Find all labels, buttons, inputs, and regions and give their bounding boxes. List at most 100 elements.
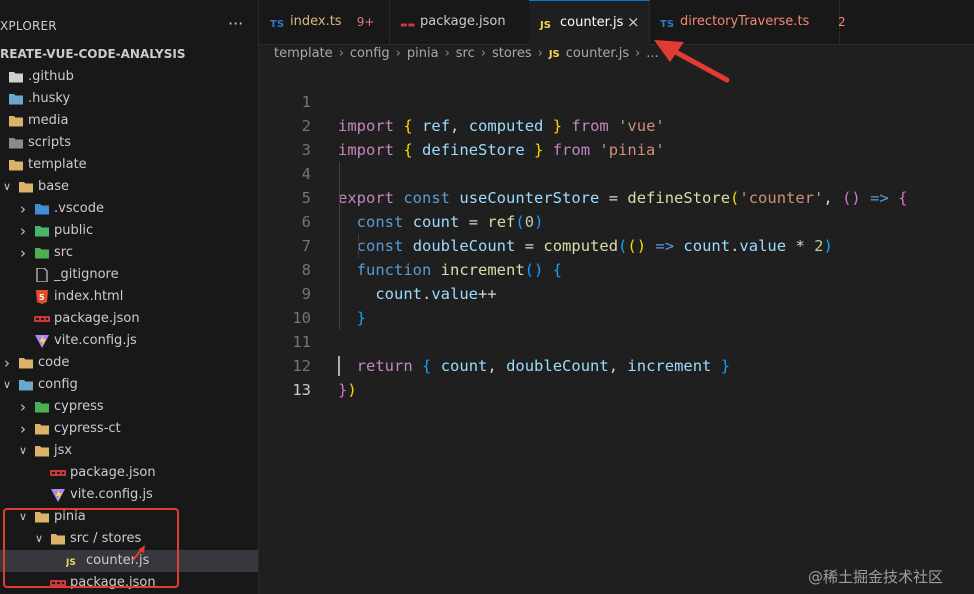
tree-item-label: scripts <box>28 135 71 150</box>
chevron-right-icon: › <box>480 46 486 61</box>
tab-directorytraverse-ts[interactable]: TS directoryTraverse.ts 2 <box>649 0 846 44</box>
chevron-right-icon: › <box>635 46 641 61</box>
line-number: 13 <box>292 381 311 399</box>
folder-icon <box>8 114 24 128</box>
explorer-header: XPLORER ··· REATE-VUE-CODE-ANALYSIS <box>0 0 258 61</box>
tree-item-label: cypress-ct <box>54 421 121 436</box>
tree-item[interactable]: › src <box>0 242 258 264</box>
tree-item[interactable]: _gitignore <box>0 264 258 286</box>
ts-file-icon: TS <box>270 19 285 30</box>
breadcrumb-item[interactable]: counter.js <box>566 46 629 61</box>
svg-text:5: 5 <box>39 293 45 302</box>
code-line: 10 <box>259 282 974 327</box>
chevron-right-icon: › <box>537 46 543 61</box>
tree-item[interactable]: template <box>0 154 258 176</box>
code-line: 1 import { ref, computed } from 'vue' <box>259 66 974 135</box>
close-icon[interactable]: × <box>627 0 640 48</box>
tree-item[interactable]: .husky <box>0 88 258 110</box>
chevron-right-icon[interactable]: › <box>18 242 28 264</box>
code-line: 8 count.value++ <box>259 234 974 303</box>
text-cursor <box>338 356 340 376</box>
explorer-sidebar: XPLORER ··· REATE-VUE-CODE-ANALYSIS .git… <box>0 0 259 594</box>
breadcrumb-item[interactable]: config <box>350 46 390 61</box>
src-folder-icon <box>34 246 50 260</box>
tree-item-label: vite.config.js <box>70 487 153 502</box>
js-file-icon: JS <box>540 20 551 31</box>
explorer-title: XPLORER <box>0 19 57 33</box>
breadcrumb-item[interactable]: pinia <box>407 46 439 61</box>
tree-item[interactable]: .github <box>0 66 258 88</box>
tree-item-label: vite.config.js <box>54 333 137 348</box>
chevron-right-icon[interactable]: › <box>18 418 28 440</box>
tree-item-label: package.json <box>70 465 156 480</box>
chevron-right-icon[interactable]: › <box>18 396 28 418</box>
chevron-down-icon[interactable]: ∨ <box>18 440 28 462</box>
breadcrumb-item[interactable]: stores <box>492 46 532 61</box>
tree-item[interactable]: vite.config.js <box>0 484 258 506</box>
tree-item-label: base <box>38 179 69 194</box>
tree-item[interactable]: › public <box>0 220 258 242</box>
tree-item[interactable]: scripts <box>0 132 258 154</box>
ts-file-icon: TS <box>660 19 675 30</box>
breadcrumb-item[interactable]: template <box>274 46 333 61</box>
tab-index-ts[interactable]: TS index.ts 9+ <box>259 0 390 44</box>
code-line: 5 const count = ref(0) <box>259 162 974 231</box>
tree-item[interactable]: media <box>0 110 258 132</box>
tab-counter-js[interactable]: JS counter.js × <box>529 0 650 45</box>
github-folder-icon <box>8 70 24 84</box>
tree-item-label: code <box>38 355 70 370</box>
tree-item-label: config <box>38 377 78 392</box>
chevron-right-icon: › <box>338 46 344 61</box>
folder-open-icon <box>8 158 24 172</box>
file-icon <box>34 267 50 283</box>
code-line: 11 return { count, doubleCount, incremen… <box>259 306 974 375</box>
tree-item[interactable]: › cypress <box>0 396 258 418</box>
tree-item-label: .github <box>28 69 74 84</box>
chevron-right-icon[interactable]: › <box>18 220 28 242</box>
tab-problem-badge: 9+ <box>356 15 375 29</box>
more-actions-icon[interactable]: ··· <box>228 14 243 33</box>
tab-package-json[interactable]: ▬▬ package.json <box>389 0 530 44</box>
tree-item[interactable]: › cypress-ct <box>0 418 258 440</box>
code-line: 7 function increment() { <box>259 210 974 279</box>
chevron-down-icon[interactable]: ∨ <box>2 374 12 396</box>
chevron-right-icon[interactable]: › <box>2 352 12 374</box>
code-line: 2 import { defineStore } from 'pinia' <box>259 90 974 159</box>
scripts-folder-icon <box>8 136 24 150</box>
tree-item[interactable]: vite.config.js <box>0 330 258 352</box>
code-editor[interactable]: 1 import { ref, computed } from 'vue' 2 … <box>259 66 974 594</box>
tab-label: index.ts <box>290 14 342 29</box>
code-text: }) <box>338 381 357 399</box>
tree-item[interactable]: › .vscode <box>0 198 258 220</box>
tree-item[interactable]: package.json <box>0 308 258 330</box>
tree-item-label: _gitignore <box>54 267 119 282</box>
tab-label: counter.js <box>560 15 624 30</box>
public-folder-icon <box>34 224 50 238</box>
tree-item[interactable]: ∨ config <box>0 374 258 396</box>
tree-item[interactable]: ∨ base <box>0 176 258 198</box>
code-line: 9 } <box>259 258 974 327</box>
workspace-root-label[interactable]: REATE-VUE-CODE-ANALYSIS <box>0 47 185 61</box>
husky-folder-icon <box>8 92 24 106</box>
tree-item-label: media <box>28 113 69 128</box>
vscode-folder-icon <box>34 202 50 216</box>
tab-problem-badge: 2 <box>838 15 846 29</box>
editor-tab-bar: TS index.ts 9+ ▬▬ package.json JS counter.js × T… <box>259 0 974 45</box>
tree-item[interactable]: › code <box>0 352 258 374</box>
chevron-right-icon[interactable]: › <box>18 198 28 220</box>
breadcrumb-item[interactable]: src <box>456 46 475 61</box>
vite-file-icon <box>34 334 50 348</box>
chevron-down-icon[interactable]: ∨ <box>2 176 12 198</box>
chevron-right-icon: › <box>444 46 450 61</box>
tree-item[interactable]: package.json <box>0 462 258 484</box>
tab-label: directoryTraverse.ts <box>680 14 810 29</box>
code-line: 4 export const useCounterStore = defineS… <box>259 138 974 207</box>
tree-item[interactable]: 5 index.html <box>0 286 258 308</box>
tree-item[interactable]: ∨ jsx <box>0 440 258 462</box>
highlight-box-annotation <box>3 508 179 588</box>
folder-open-icon <box>18 180 34 194</box>
npm-file-icon <box>50 466 66 480</box>
tree-item-label: src <box>54 245 73 260</box>
chevron-right-icon: › <box>395 46 401 61</box>
breadcrumb-item[interactable]: ... <box>646 46 658 61</box>
